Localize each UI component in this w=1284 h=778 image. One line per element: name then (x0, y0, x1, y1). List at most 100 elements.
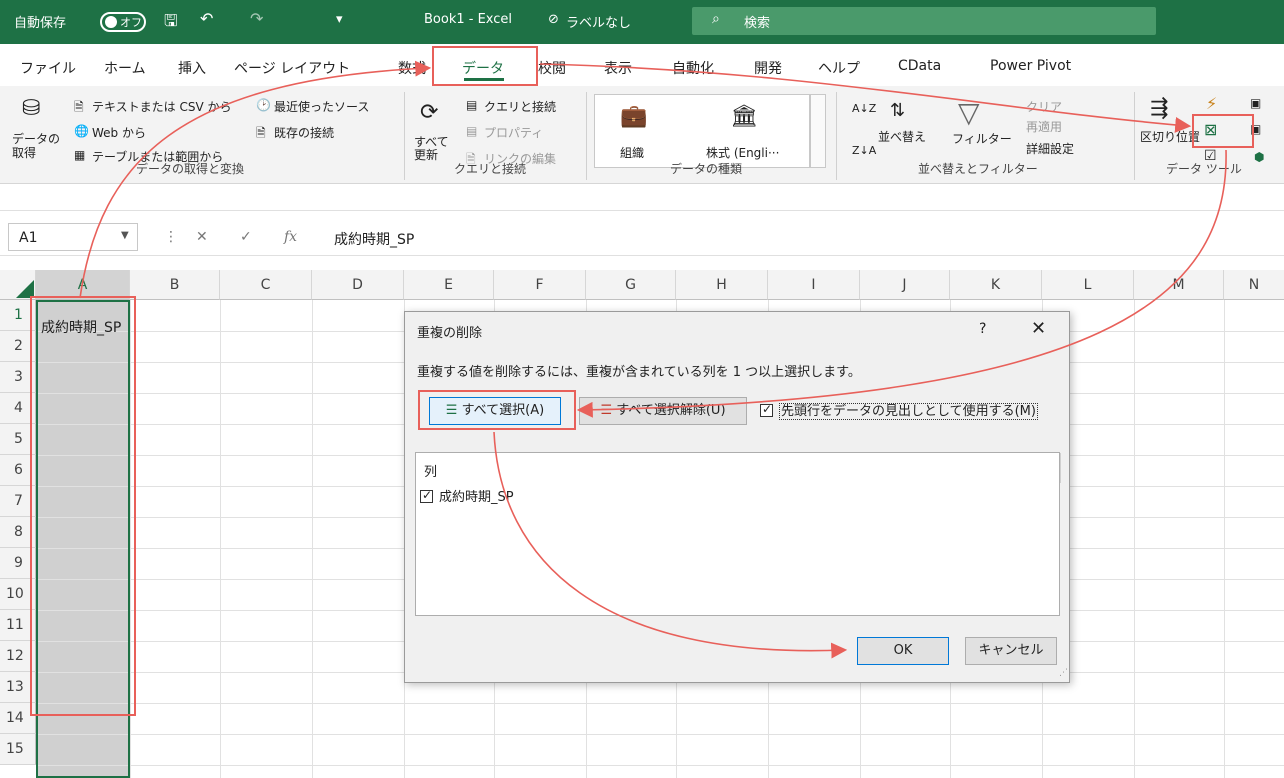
annotation-box-remove-duplicates (1192, 114, 1254, 148)
row-header-15[interactable]: 15 (0, 734, 36, 765)
title-bar: 自動保存 オフ 🖫 ↶ ↷ ▾ Book1 - Excel ⊘ ラベルなし ⌕ … (0, 0, 1284, 44)
column-header-e[interactable]: E (404, 270, 494, 300)
column-header-m[interactable]: M (1134, 270, 1224, 300)
properties-button[interactable]: プロパティ (484, 124, 543, 141)
resize-grip-icon[interactable]: ⋰ (1059, 668, 1068, 678)
flash-fill-icon[interactable]: ⚡ (1206, 94, 1217, 113)
database-icon: ⛁ (22, 96, 41, 121)
sort-dialog-icon: ⇅ (890, 100, 906, 121)
sort-za-icon[interactable]: Z↓A (852, 144, 876, 157)
chevron-down-icon: ▼ (121, 230, 129, 241)
save-icon[interactable]: 🖫 (164, 10, 178, 37)
queries-connections-button[interactable]: クエリと接続 (484, 98, 556, 115)
from-text-csv-button[interactable]: テキストまたは CSV から (92, 98, 231, 115)
header-row-checkbox[interactable]: 先頭行をデータの見出しとして使用する(M) (760, 400, 1038, 420)
tab-power-pivot[interactable]: Power Pivot (990, 58, 1071, 74)
tab-page-layout[interactable]: ページ レイアウト (234, 58, 350, 78)
annotation-box-column-a (30, 296, 136, 716)
tab-formulas[interactable]: 数式 (398, 58, 426, 78)
name-box[interactable]: A1 ▼ (8, 223, 138, 251)
formula-bar: A1 ▼ ⋮ ✕ ✓ fx 成約時期_SP (0, 210, 1284, 256)
search-box[interactable]: ⌕ 検索 (692, 7, 1156, 35)
web-icon: 🌐 (74, 124, 89, 138)
tab-view[interactable]: 表示 (604, 58, 632, 78)
sort-az-icon[interactable]: A↓Z (852, 102, 876, 115)
reapply-button[interactable]: 再適用 (1026, 118, 1062, 135)
data-model-icon[interactable]: ⬢ (1254, 150, 1264, 164)
group-divider (836, 92, 837, 180)
list-item[interactable]: 成約時期_SP (420, 486, 514, 505)
tab-home[interactable]: ホーム (104, 58, 146, 78)
tab-insert[interactable]: 挿入 (178, 58, 206, 78)
refresh-icon: ⟳ (420, 100, 439, 125)
advanced-button[interactable]: 詳細設定 (1026, 140, 1074, 157)
filter-button[interactable]: フィルター (952, 130, 1012, 147)
column-header-g[interactable]: G (586, 270, 676, 300)
column-header-i[interactable]: I (768, 270, 860, 300)
column-header-h[interactable]: H (676, 270, 768, 300)
grid-line (36, 765, 1284, 766)
column-header-l[interactable]: L (1042, 270, 1134, 300)
group-divider (404, 92, 405, 180)
tab-review[interactable]: 校閲 (538, 58, 566, 78)
sensitivity-label[interactable]: ラベルなし (566, 12, 631, 31)
gallery-scroll[interactable] (810, 94, 826, 168)
tab-help[interactable]: ヘルプ (818, 58, 860, 78)
group-label-data-types: データの種類 (670, 162, 743, 176)
grid-line (312, 300, 313, 778)
undo-icon[interactable]: ↶ (200, 9, 213, 28)
column-header-d[interactable]: D (312, 270, 404, 300)
close-icon[interactable]: ✕ (1031, 318, 1046, 339)
column-header-j[interactable]: J (860, 270, 950, 300)
get-data-button[interactable]: データの 取得 (12, 132, 60, 160)
organization-type[interactable]: 組織 (620, 144, 644, 161)
checkbox-icon (420, 488, 433, 503)
column-list[interactable]: 列 成約時期_SP (415, 452, 1061, 616)
tab-cdata[interactable]: CData (898, 58, 941, 74)
column-header-k[interactable]: K (950, 270, 1042, 300)
refresh-all-button[interactable]: すべて 更新 (414, 136, 449, 162)
grid-line (1224, 300, 1225, 778)
column-header-f[interactable]: F (494, 270, 586, 300)
existing-connections-button[interactable]: 既存の接続 (274, 124, 334, 141)
group-divider (1134, 92, 1135, 180)
from-web-button[interactable]: Web から (92, 124, 146, 141)
ribbon-tabs: ファイル ホーム 挿入 ページ レイアウト 数式 データ 校閲 表示 自動化 開… (0, 44, 1284, 86)
recent-sources-button[interactable]: 最近使ったソース (274, 98, 369, 115)
group-label-sort-filter: 並べ替えとフィルター (918, 162, 1038, 176)
autosave-toggle[interactable]: オフ (100, 12, 146, 32)
column-header-n[interactable]: N (1224, 270, 1284, 300)
unselect-all-button[interactable]: ☰ すべて選択解除(U) (579, 397, 747, 425)
redo-icon[interactable]: ↷ (250, 9, 263, 28)
group-divider (586, 92, 587, 180)
group-label-data-tools: データ ツール (1166, 162, 1242, 176)
ok-button[interactable]: OK (857, 637, 949, 665)
autosave-state: オフ (120, 16, 142, 29)
insert-function-icon[interactable]: fx (284, 229, 297, 245)
help-icon[interactable]: ? (979, 321, 986, 337)
text-to-columns-button[interactable]: 区切り位置 (1140, 128, 1200, 145)
header-row-label: 先頭行をデータの見出しとして使用する(M) (779, 403, 1038, 420)
column-header-b[interactable]: B (130, 270, 220, 300)
annotation-box-select-all (418, 390, 576, 430)
sort-button[interactable]: 並べ替え (878, 128, 926, 145)
dialog-message: 重複する値を削除するには、重複が含まれている列を 1 つ以上選択します。 (417, 365, 861, 380)
cancel-icon[interactable]: ✕ (196, 229, 208, 245)
qat-dropdown-icon[interactable]: ▾ (336, 12, 343, 27)
autosave-label: 自動保存 (14, 16, 67, 31)
enter-icon[interactable]: ✓ (240, 229, 252, 245)
tab-developer[interactable]: 開発 (754, 58, 782, 78)
cancel-button[interactable]: キャンセル (965, 637, 1057, 665)
formula-content[interactable]: 成約時期_SP (334, 229, 414, 249)
stocks-icon: 🏛 (730, 104, 758, 129)
list-divider (1060, 453, 1061, 483)
tab-automate[interactable]: 自動化 (672, 58, 714, 78)
stocks-type[interactable]: 株式 (Engli··· (706, 144, 779, 161)
group-label-get-transform: データの取得と変換 (136, 162, 245, 176)
clear-button[interactable]: クリア (1026, 98, 1062, 115)
tab-file[interactable]: ファイル (20, 58, 76, 78)
list-item-label: 成約時期_SP (439, 490, 514, 505)
column-header-c[interactable]: C (220, 270, 312, 300)
label-icon[interactable]: ⊘ (548, 12, 559, 27)
consolidate-icon[interactable]: ▣ (1250, 96, 1261, 110)
